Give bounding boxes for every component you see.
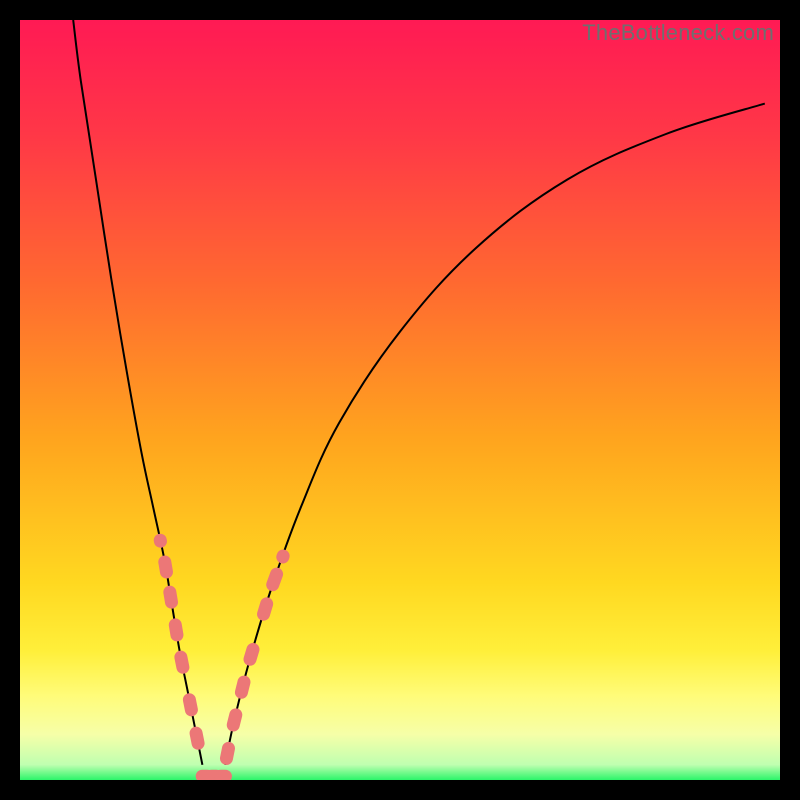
data-marker (255, 596, 274, 623)
data-marker (153, 533, 169, 549)
marker-group (153, 533, 292, 780)
data-marker (264, 566, 285, 593)
data-marker (242, 641, 261, 667)
data-marker (219, 741, 236, 766)
data-marker (168, 617, 185, 642)
data-marker (182, 692, 199, 717)
chart-frame: TheBottleneck.com (20, 20, 780, 780)
data-marker (214, 770, 232, 780)
data-marker (157, 554, 174, 579)
data-marker (162, 585, 179, 610)
data-marker (274, 548, 291, 566)
data-marker (173, 650, 190, 675)
data-marker (234, 674, 252, 700)
data-marker (188, 726, 205, 751)
curve-right-branch (225, 104, 765, 765)
watermark-text: TheBottleneck.com (582, 20, 774, 46)
data-marker (225, 707, 243, 733)
chart-svg (20, 20, 780, 780)
